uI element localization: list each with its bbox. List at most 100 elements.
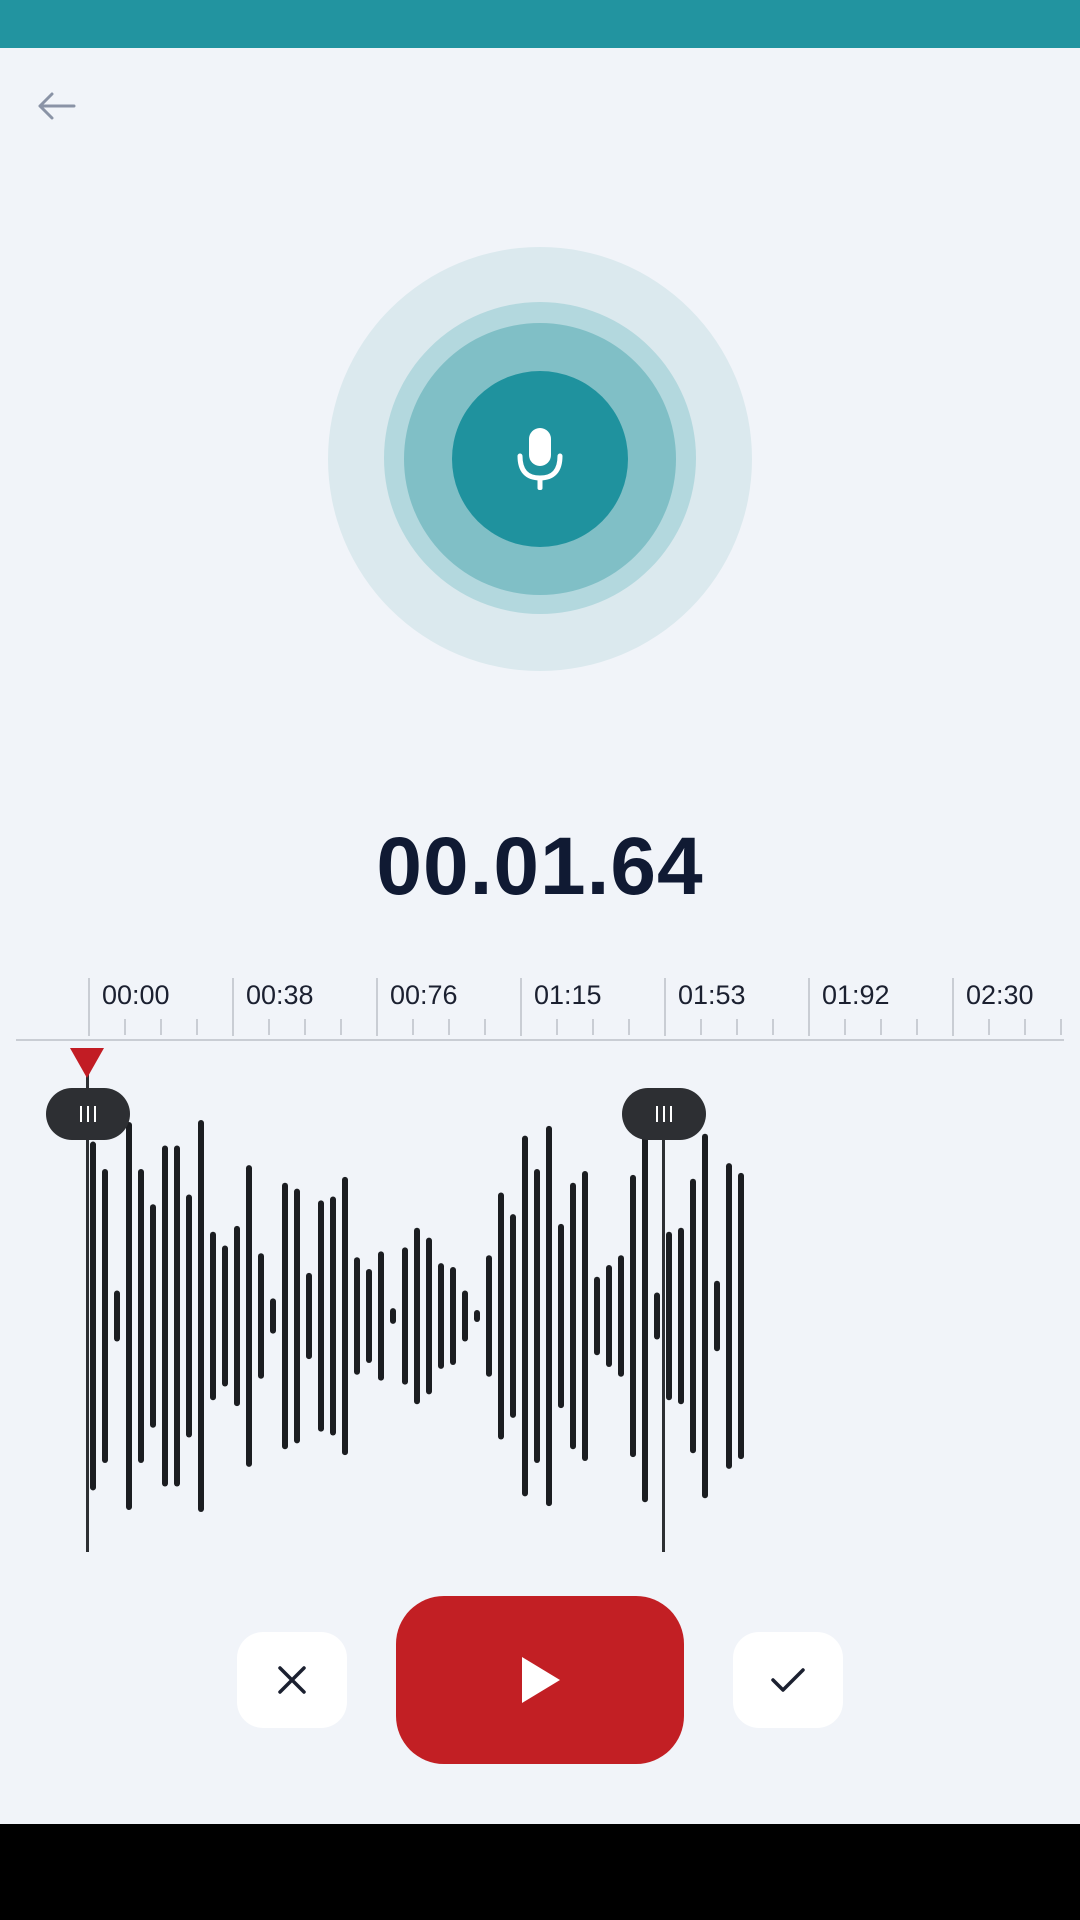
waveform-bar <box>258 1253 264 1379</box>
timeline-minor-tick <box>412 1019 414 1035</box>
grip-icon <box>80 1106 96 1122</box>
waveform-bar <box>162 1145 168 1487</box>
waveform-bar <box>522 1135 528 1497</box>
waveform-bar <box>738 1172 744 1460</box>
waveform-bar <box>486 1255 492 1377</box>
timeline-label: 00:38 <box>246 980 314 1010</box>
waveform-bar <box>102 1169 108 1463</box>
waveform-bar <box>126 1121 132 1511</box>
play-icon <box>522 1657 560 1703</box>
playhead-marker[interactable] <box>70 1048 104 1078</box>
waveform[interactable] <box>0 1040 1080 1560</box>
waveform-bar <box>378 1251 384 1381</box>
waveform-bar <box>210 1231 216 1401</box>
play-button[interactable] <box>396 1596 684 1764</box>
waveform-bar <box>618 1255 624 1377</box>
microphone-icon <box>517 428 563 490</box>
recording-timer: 00.01.64 <box>376 821 704 912</box>
waveform-bar <box>186 1194 192 1438</box>
timeline-minor-tick <box>880 1019 882 1035</box>
waveform-bars <box>90 1120 744 1512</box>
trim-handle-end[interactable] <box>622 1088 706 1140</box>
waveform-bar <box>354 1257 360 1375</box>
waveform-bar <box>402 1247 408 1385</box>
waveform-bar <box>654 1292 660 1340</box>
timeline-label: 02:30 <box>966 980 1034 1010</box>
timeline-major-tick <box>232 978 234 1036</box>
waveform-bar <box>438 1263 444 1369</box>
timeline-minor-tick <box>160 1019 162 1035</box>
timeline-minor-tick <box>628 1019 630 1035</box>
waveform-bar <box>390 1308 396 1324</box>
timeline-minor-tick <box>556 1019 558 1035</box>
timeline-minor-tick <box>340 1019 342 1035</box>
timeline-minor-tick <box>196 1019 198 1035</box>
selection-end-line <box>662 1120 665 1552</box>
recording-indicator <box>0 0 1080 700</box>
waveform-bar <box>462 1290 468 1342</box>
timeline-minor-tick <box>448 1019 450 1035</box>
waveform-bar <box>450 1267 456 1365</box>
waveform-bar <box>630 1174 636 1458</box>
timeline-major-tick <box>664 978 666 1036</box>
waveform-bar <box>594 1276 600 1356</box>
waveform-bar <box>726 1163 732 1469</box>
timeline-minor-tick <box>916 1019 918 1035</box>
waveform-bar <box>534 1169 540 1463</box>
timeline-minor-tick <box>844 1019 846 1035</box>
timeline-major-tick <box>520 978 522 1036</box>
timeline-label: 01:15 <box>534 980 602 1010</box>
waveform-bar <box>702 1133 708 1499</box>
waveform-bar <box>306 1272 312 1360</box>
checkmark-icon <box>771 1668 805 1692</box>
grip-icon <box>656 1106 672 1122</box>
waveform-bar <box>666 1231 672 1401</box>
cancel-button[interactable] <box>237 1632 347 1728</box>
timeline-major-tick <box>376 978 378 1036</box>
waveform-bar <box>414 1227 420 1405</box>
confirm-button[interactable] <box>733 1632 843 1728</box>
timeline-label: 01:92 <box>822 980 890 1010</box>
waveform-bar <box>150 1204 156 1428</box>
waveform-bar <box>714 1280 720 1352</box>
waveform-bar <box>642 1129 648 1503</box>
timeline-minor-tick <box>1060 1019 1062 1035</box>
timeline-minor-tick <box>736 1019 738 1035</box>
waveform-bar <box>366 1268 372 1364</box>
timeline-label: 00:00 <box>102 980 170 1010</box>
waveform-bar <box>546 1125 552 1507</box>
timeline-minor-tick <box>268 1019 270 1035</box>
waveform-bar <box>582 1170 588 1462</box>
timeline-minor-tick <box>124 1019 126 1035</box>
waveform-bar <box>246 1165 252 1467</box>
timeline-label: 01:53 <box>678 980 746 1010</box>
waveform-bar <box>570 1182 576 1450</box>
waveform-bar <box>510 1214 516 1418</box>
timeline-minor-tick <box>592 1019 594 1035</box>
waveform-bar <box>198 1120 204 1512</box>
timeline-minor-tick <box>700 1019 702 1035</box>
trim-handle-start[interactable] <box>46 1088 130 1140</box>
waveform-bar <box>342 1176 348 1456</box>
waveform-bar <box>330 1196 336 1436</box>
waveform-bar <box>690 1178 696 1454</box>
waveform-bar <box>174 1145 180 1487</box>
close-icon <box>278 1666 306 1694</box>
waveform-bar <box>270 1298 276 1334</box>
waveform-bar <box>138 1169 144 1463</box>
timeline-major-tick <box>88 978 90 1036</box>
playhead-line <box>86 1070 89 1552</box>
waveform-bar <box>234 1225 240 1407</box>
mic-button[interactable] <box>452 371 628 547</box>
timeline-label: 00:76 <box>390 980 458 1010</box>
waveform-bar <box>474 1310 480 1322</box>
timeline-major-tick <box>808 978 810 1036</box>
waveform-bar <box>90 1141 96 1491</box>
timeline-minor-tick <box>1024 1019 1026 1035</box>
waveform-bar <box>282 1182 288 1450</box>
timeline-minor-tick <box>988 1019 990 1035</box>
waveform-bar <box>222 1245 228 1387</box>
waveform-bar <box>558 1223 564 1409</box>
waveform-bar <box>678 1227 684 1405</box>
waveform-bar <box>498 1192 504 1440</box>
